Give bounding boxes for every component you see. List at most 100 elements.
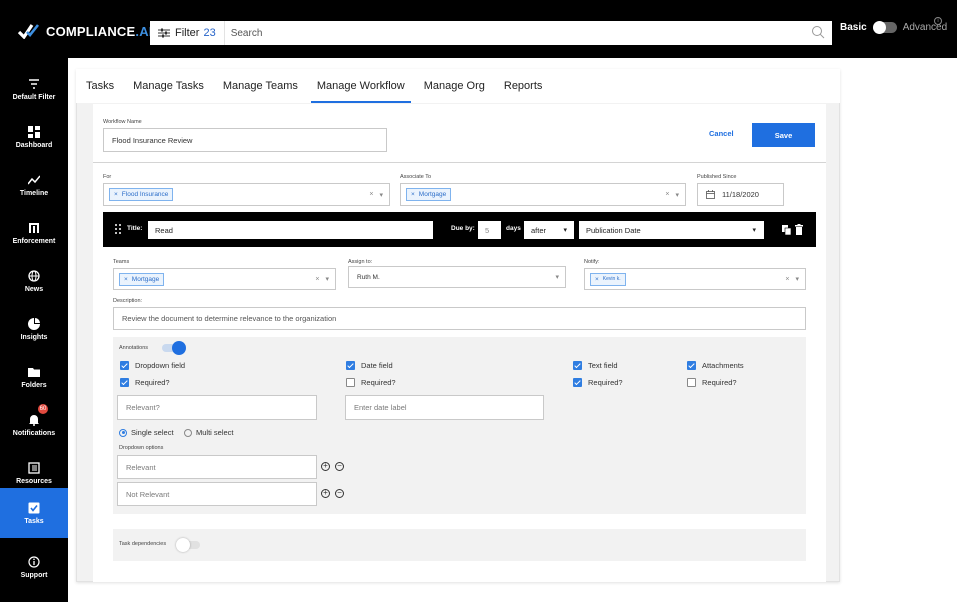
date-required-checkbox[interactable]: Required? [346,378,396,387]
title-label: Title: [127,225,143,232]
mode-toggle[interactable]: Basic Advanced [840,21,947,34]
pie-chart-icon [28,317,40,330]
clear-icon[interactable]: × [785,276,789,283]
workflow-name-input[interactable]: Flood Insurance Review [103,128,387,152]
tab-manage-workflow[interactable]: Manage Workflow [310,69,411,103]
description-input[interactable]: Review the document to determine relevan… [113,307,806,330]
mode-switch[interactable] [872,21,897,34]
text-field-checkbox[interactable]: Text field [573,361,618,370]
date-label-input[interactable]: Enter date label [345,395,544,420]
due-days-input[interactable]: 5 [478,221,501,239]
chevron-down-icon[interactable]: ▾ [325,275,329,283]
published-since-date[interactable]: 11/18/2020 [697,183,784,206]
date-field-checkbox[interactable]: Date field [346,361,393,370]
notify-label: Notify: [584,259,600,265]
timeline-icon [28,175,40,184]
chevron-down-icon[interactable]: ▾ [555,273,559,281]
search-icon[interactable] [811,25,825,39]
attachments-checkbox[interactable]: Attachments [687,361,744,370]
after-select-value: after [531,225,547,235]
brand-name: COMPLIANCE.AI [46,23,153,39]
annotations-toggle[interactable] [162,341,186,355]
notify-select[interactable]: × Kevin k. × ▾ [584,268,806,290]
clear-icon[interactable]: × [369,191,373,198]
drag-handle-icon[interactable] [115,224,121,234]
remove-tag-icon[interactable]: × [411,191,415,198]
assign-to-select[interactable]: Ruth M. ▾ [348,266,566,288]
sidebar-item-enforcement[interactable]: Enforcement [0,210,68,256]
description-label: Description: [113,298,143,304]
published-since-value: 11/18/2020 [722,190,759,199]
dropdown-option-value: Relevant [126,462,156,472]
mode-basic-label: Basic [840,22,867,33]
dropdown-option-input[interactable]: Not Relevant [117,482,317,506]
sidebar-item-news[interactable]: News [0,258,68,304]
due-days-value: 5 [485,225,490,235]
tab-manage-org[interactable]: Manage Org [424,69,485,103]
after-select[interactable]: after ▾ [524,221,574,239]
globe-icon [28,269,40,282]
tab-reports[interactable]: Reports [504,69,543,103]
single-select-radio[interactable]: Single select [119,428,174,437]
associate-tag[interactable]: × Mortgage [406,188,452,201]
add-option-icon[interactable]: + [321,462,330,471]
remove-option-icon[interactable]: − [335,462,344,471]
text-required-checkbox[interactable]: Required? [573,378,623,387]
task-dependencies-label: Task dependencies [119,541,167,547]
sidebar-label: Folders [21,381,47,389]
task-title-value: Read [155,225,173,235]
filter-icon [29,78,39,89]
remove-tag-icon[interactable]: × [124,276,128,283]
sidebar-item-folders[interactable]: Folders [0,354,68,400]
sidebar-item-support[interactable]: Support [0,544,68,590]
app-frame: COMPLIANCE.AI Filter 23 Search Basic Adv… [0,0,957,602]
sidebar-label: Resources [16,477,52,485]
teams-tag[interactable]: × Mortgage [119,272,165,286]
logo[interactable]: COMPLIANCE.AI [18,21,153,41]
notify-tag[interactable]: × Kevin k. [590,272,626,286]
checkbox-icon [28,502,40,513]
add-option-icon[interactable]: + [321,489,330,498]
task-dependencies-toggle[interactable] [176,538,200,552]
task-title-input[interactable]: Read [148,221,433,239]
cancel-button[interactable]: Cancel [709,129,734,138]
trash-icon[interactable] [795,224,803,235]
sidebar-item-timeline[interactable]: Timeline [0,162,68,208]
save-button[interactable]: Save [752,123,815,147]
multi-select-radio[interactable]: Multi select [184,428,234,437]
chevron-down-icon[interactable]: ▾ [675,191,679,199]
search-input[interactable] [224,27,832,39]
sidebar-item-notifications[interactable]: 60 Notifications [0,402,68,448]
search-bar: Filter 23 [150,21,832,45]
sidebar-item-insights[interactable]: Insights [0,306,68,352]
dropdown-option-input[interactable]: Relevant [117,455,317,479]
chevron-down-icon[interactable]: ▾ [795,275,799,283]
dropdown-label-input[interactable]: Relevant? [117,395,317,420]
remove-tag-icon[interactable]: × [114,191,118,198]
attachments-required-checkbox[interactable]: Required? [687,378,737,387]
sidebar-item-tasks[interactable]: Tasks [0,488,68,538]
filter-button[interactable]: Filter 23 [150,21,224,45]
info-icon[interactable]: i [934,17,942,25]
chevron-down-icon[interactable]: ▾ [379,191,383,199]
for-select[interactable]: × Flood Insurance × ▾ [103,183,390,206]
clear-icon[interactable]: × [665,191,669,198]
sidebar-item-dashboard[interactable]: Dashboard [0,114,68,160]
dropdown-field-checkbox[interactable]: Dropdown field [120,361,185,370]
tab-manage-teams[interactable]: Manage Teams [223,69,298,103]
for-tag[interactable]: × Flood Insurance [109,188,174,201]
tab-tasks[interactable]: Tasks [86,69,114,103]
dropdown-required-checkbox[interactable]: Required? [120,378,170,387]
teams-select[interactable]: × Mortgage × ▾ [113,268,336,290]
remove-option-icon[interactable]: − [335,489,344,498]
associate-to-select[interactable]: × Mortgage × ▾ [400,183,686,206]
resources-icon [28,461,40,474]
dashboard-icon [28,125,40,138]
copy-icon[interactable] [782,225,791,235]
clear-icon[interactable]: × [315,276,319,283]
date-type-select[interactable]: Publication Date ▾ [579,221,764,239]
sidebar-item-default-filter[interactable]: Default Filter [0,66,68,112]
filter-count: 23 [203,27,216,39]
tab-manage-tasks[interactable]: Manage Tasks [133,69,204,103]
remove-tag-icon[interactable]: × [595,276,599,283]
